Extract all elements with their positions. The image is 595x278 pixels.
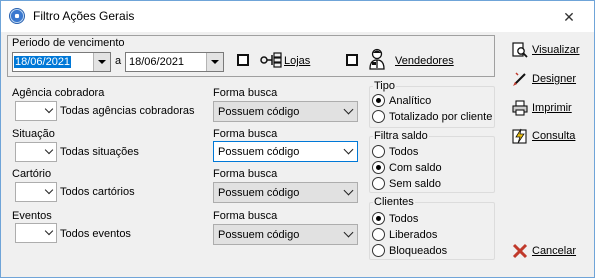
eventos-busca-label: Forma busca [213,210,278,222]
eventos-dropdown[interactable] [15,223,57,243]
chevron-down-icon [44,145,54,155]
dialog-body: Periodo de vencimento 18/06/2021 a 18/06… [1,32,594,277]
date-to-field[interactable]: 18/06/2021 [125,52,224,72]
tipo-analitico-radio[interactable]: Analítico [372,94,431,107]
saldo-sem-label: Sem saldo [389,177,441,190]
agencia-busca-label: Forma busca [213,87,278,99]
radio-dot [372,161,385,174]
imprimir-label: Imprimir [532,102,572,114]
filter-window: Filtro Ações Gerais ✕ Periodo de vencime… [0,0,595,278]
situacao-busca-label: Forma busca [213,128,278,140]
date-from-value: 18/06/2021 [14,56,72,68]
cartorio-dropdown[interactable] [15,182,57,202]
clientes-todos-radio[interactable]: Todos [372,212,418,225]
saldo-title: Filtra saldo [374,130,428,142]
situacao-label: Situação [12,128,55,140]
cancelar-label: Cancelar [532,245,577,257]
tipo-analitico-label: Analítico [389,94,432,107]
eventos-busca-select[interactable]: Possuem código [213,224,358,245]
app-icon [9,8,25,24]
situacao-busca-select[interactable]: Possuem código [213,141,358,162]
consulta-label: Consulta [532,130,576,142]
clientes-bloqueados-label: Bloqueados [389,244,448,257]
saldo-com-radio[interactable]: Com saldo [372,161,442,174]
situacao-busca-value: Possuem código [218,146,300,158]
date-separator: a [115,55,122,67]
radio-dot [372,94,385,107]
query-lightning-icon [512,128,527,144]
chevron-down-icon [44,185,54,195]
printer-icon [512,100,528,116]
lojas-label[interactable]: Lojas [284,55,310,67]
tipo-totalizado-label: Totalizado por cliente [389,110,493,123]
chevron-down-icon [343,227,354,238]
agencia-label: Agência cobradora [12,87,105,99]
radio-dot [372,110,385,123]
tipo-totalizado-radio[interactable]: Totalizado por cliente [372,110,492,123]
date-to-value: 18/06/2021 [129,56,185,68]
cartorio-busca-value: Possuem código [218,187,300,199]
window-title: Filtro Ações Gerais [33,9,135,23]
cartorio-busca-select[interactable]: Possuem código [213,182,358,203]
visualizar-button[interactable]: Visualizar [512,42,580,58]
agencia-dropdown[interactable] [15,101,57,121]
title-bar: Filtro Ações Gerais ✕ [1,1,594,32]
vendedores-label[interactable]: Vendedores [395,55,454,67]
vendedores-checkbox[interactable] [346,54,358,66]
visualizar-label: Visualizar [532,44,580,56]
clientes-liberados-radio[interactable]: Liberados [372,228,437,241]
chevron-down-icon [343,185,354,196]
imprimir-button[interactable]: Imprimir [512,100,572,116]
lojas-checkbox[interactable] [237,54,249,66]
date-from-dropdown-icon[interactable] [93,53,110,71]
date-from-field[interactable]: 18/06/2021 [12,52,111,72]
radio-dot [372,145,385,158]
designer-button[interactable]: Designer [512,71,576,87]
radio-dot [372,212,385,225]
eventos-busca-value: Possuem código [218,229,300,241]
cartorio-value-text: Todos cartórios [60,186,135,198]
tipo-title: Tipo [374,80,395,92]
cancelar-button[interactable]: Cancelar [512,243,576,259]
consulta-button[interactable]: Consulta [512,128,575,144]
saldo-sem-radio[interactable]: Sem saldo [372,177,441,190]
date-to-dropdown-icon[interactable] [206,53,223,71]
saldo-todos-radio[interactable]: Todos [372,145,418,158]
situacao-dropdown[interactable] [15,142,57,162]
store-network-icon [260,52,282,68]
radio-dot [372,244,385,257]
cartorio-busca-label: Forma busca [213,168,278,180]
cartorio-label: Cartório [12,168,52,180]
preview-icon [512,42,528,58]
clientes-liberados-label: Liberados [389,228,438,241]
chevron-down-icon [343,144,354,155]
eventos-label: Eventos [12,210,52,222]
agencia-busca-select[interactable]: Possuem código [213,101,358,122]
radio-dot [372,177,385,190]
clientes-todos-label: Todos [389,212,419,225]
period-label: Periodo de vencimento [12,37,125,49]
saldo-todos-label: Todos [389,145,419,158]
designer-pencil-icon [513,72,526,86]
designer-label: Designer [532,73,577,85]
radio-dot [372,228,385,241]
saldo-com-label: Com saldo [389,161,442,174]
clientes-title: Clientes [374,196,414,208]
agencia-busca-value: Possuem código [218,106,300,118]
eventos-value-text: Todos eventos [60,228,131,240]
chevron-down-icon [44,226,54,236]
close-button[interactable]: ✕ [551,8,587,26]
agencia-value-text: Todas agências cobradoras [60,105,195,117]
clientes-bloqueados-radio[interactable]: Bloqueados [372,244,447,257]
cancel-x-icon [512,243,528,259]
chevron-down-icon [343,104,354,115]
situacao-value-text: Todas situações [60,146,139,158]
chevron-down-icon [44,104,54,114]
salesperson-icon [369,48,385,70]
